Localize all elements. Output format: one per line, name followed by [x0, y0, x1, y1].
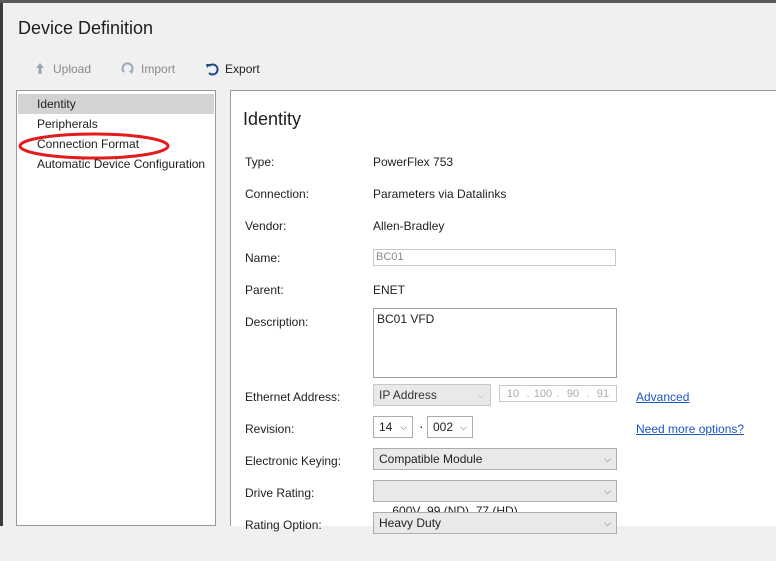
name-field[interactable]: BC01	[373, 249, 616, 266]
chevron-down-icon: ⌵	[460, 422, 467, 432]
description-field[interactable]: BC01 VFD	[373, 308, 617, 378]
revision-major-value: 14	[379, 420, 393, 434]
revision-separator: ·	[419, 418, 424, 434]
import-button[interactable]: Import	[121, 62, 175, 76]
nav-item-connection-format[interactable]: Connection Format	[17, 134, 215, 154]
description-label: Description:	[245, 315, 309, 329]
ip-octet-1: 10	[506, 387, 520, 400]
chevron-down-icon: ⌵	[604, 486, 611, 496]
chevron-down-icon: ⌵	[478, 390, 485, 400]
revision-minor-select[interactable]: 002 ⌵	[427, 416, 473, 438]
electronic-keying-value: Compatible Module	[379, 452, 483, 466]
revision-minor-value: 002	[433, 420, 454, 434]
chevron-down-icon: ⌵	[400, 422, 407, 432]
drive-rating-label: Drive Rating:	[245, 486, 315, 500]
page-title: Identity	[243, 109, 302, 129]
electronic-keying-select[interactable]: Compatible Module ⌵	[373, 448, 617, 470]
upload-button[interactable]: Upload	[33, 62, 91, 76]
export-icon	[205, 62, 219, 76]
electronic-keying-label: Electronic Keying:	[245, 454, 342, 468]
export-label: Export	[225, 62, 260, 76]
identity-panel: Identity Type: PowerFlex 753 Connection:…	[230, 90, 776, 534]
chevron-down-icon: ⌵	[604, 518, 611, 528]
ethernet-mode-select[interactable]: IP Address ⌵	[373, 384, 491, 406]
import-icon	[121, 62, 135, 76]
category-tree: Identity Peripherals Connection Format A…	[16, 90, 216, 526]
upload-icon	[33, 62, 47, 76]
ip-address-field[interactable]: 10. 100. 90. 91	[499, 385, 617, 402]
type-label: Type:	[245, 155, 275, 169]
export-button[interactable]: Export	[205, 62, 260, 76]
vendor-value: Allen-Bradley	[373, 219, 445, 233]
ip-octet-2: 100	[533, 387, 553, 400]
rating-option-value: Heavy Duty	[379, 516, 442, 530]
upload-label: Upload	[53, 62, 92, 76]
ip-octet-3: 90	[566, 387, 580, 400]
chevron-down-icon: ⌵	[604, 454, 611, 464]
ethernet-mode-value: IP Address	[379, 388, 437, 402]
advanced-link[interactable]: Advanced	[636, 390, 689, 404]
ip-octet-4: 91	[596, 387, 610, 400]
rating-option-label: Rating Option:	[245, 518, 322, 532]
nav-item-peripherals[interactable]: Peripherals	[17, 114, 215, 134]
rating-option-select[interactable]: Heavy Duty ⌵	[373, 512, 617, 534]
revision-major-select[interactable]: 14 ⌵	[373, 416, 413, 438]
parent-label: Parent:	[245, 283, 284, 297]
nav-item-identity[interactable]: Identity	[18, 94, 214, 114]
connection-value: Parameters via Datalinks	[373, 187, 507, 201]
ethernet-address-label: Ethernet Address:	[245, 390, 341, 404]
drive-rating-select[interactable]: 600V 99 (ND) 77 (HD) ⌵	[373, 480, 617, 518]
window-title: Device Definition	[18, 18, 154, 38]
need-more-options-link[interactable]: Need more options?	[636, 422, 744, 436]
vendor-label: Vendor:	[245, 219, 287, 233]
revision-label: Revision:	[245, 422, 295, 436]
type-value: PowerFlex 753	[373, 155, 454, 169]
import-label: Import	[141, 62, 176, 76]
toolbar: Upload Import Export	[33, 58, 290, 80]
name-label: Name:	[245, 251, 281, 265]
connection-label: Connection:	[245, 187, 310, 201]
parent-value: ENET	[373, 283, 406, 297]
nav-item-automatic-device-configuration[interactable]: Automatic Device Configuration	[17, 154, 215, 174]
